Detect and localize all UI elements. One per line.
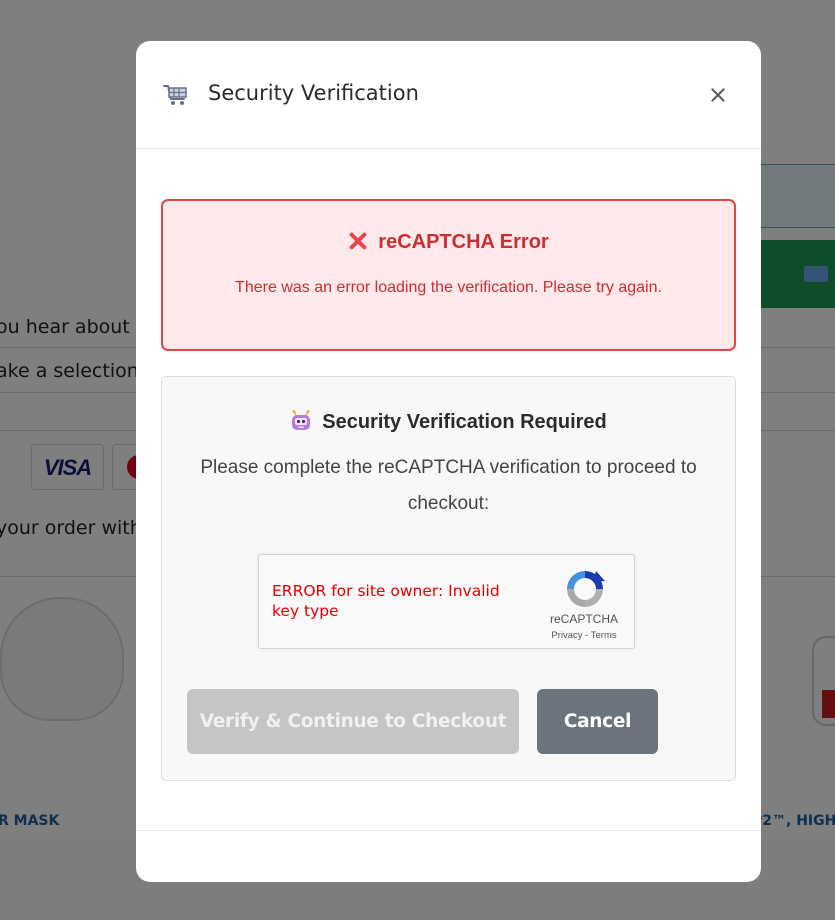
security-verification-modal: Security Verification reCAPTCHA Error Th… [136,41,761,882]
error-title: reCAPTCHA Error [378,231,549,253]
close-icon[interactable] [706,83,730,107]
modal-title: Security Verification [208,81,419,105]
verify-continue-button[interactable]: Verify & Continue to Checkout [187,689,519,754]
recaptcha-error-text: ERROR for site owner: Invalid key type [272,582,500,620]
error-message: There was an error loading the verificat… [235,279,662,296]
verification-title: Security Verification Required [322,411,607,433]
recaptcha-logo-icon [567,571,605,607]
recaptcha-widget[interactable]: ERROR for site owner: Invalid key type r… [258,554,635,649]
modal-footer-divider [136,830,761,831]
cancel-button[interactable]: Cancel [537,689,658,754]
recaptcha-brand: reCAPTCHA [549,612,618,626]
modal-header: Security Verification [136,41,761,149]
verification-title-row: Security Verification Required [162,410,735,434]
recaptcha-privacy-terms-links[interactable]: Privacy - Terms [544,630,624,641]
verification-description: Please complete the reCAPTCHA verificati… [200,457,697,514]
error-x-icon [348,231,368,251]
verification-panel: Security Verification Required Please co… [161,376,736,781]
error-title-row: reCAPTCHA Error [163,231,734,254]
shopping-cart-icon [163,85,187,105]
recaptcha-error-alert: reCAPTCHA Error There was an error loadi… [161,199,736,351]
robot-icon [292,410,311,430]
